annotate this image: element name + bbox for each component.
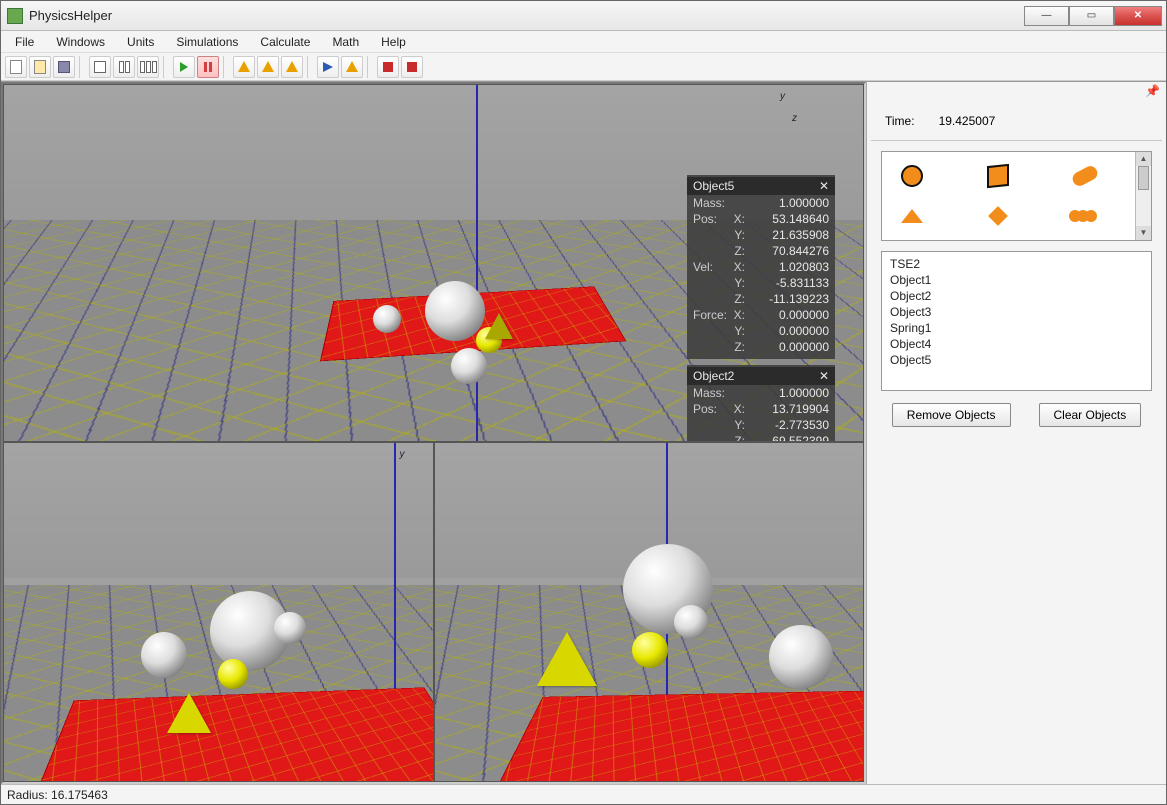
close-button[interactable]: ✕ (1114, 6, 1162, 26)
menu-help[interactable]: Help (371, 33, 416, 51)
clear-objects-button[interactable]: Clear Objects (1039, 403, 1142, 427)
toolbar-separator (307, 56, 313, 78)
list-item[interactable]: Object3 (888, 304, 1145, 320)
palette-scrollbar[interactable]: ▲ ▼ (1135, 152, 1151, 240)
palette-diamond[interactable] (980, 202, 1016, 230)
menu-windows[interactable]: Windows (46, 33, 115, 51)
menu-simulations[interactable]: Simulations (166, 33, 248, 51)
play-button[interactable] (173, 56, 195, 78)
list-item[interactable]: Object5 (888, 352, 1145, 368)
object-list[interactable]: TSE2Object1Object2Object3Spring1Object4O… (881, 251, 1152, 391)
pause-button[interactable] (197, 56, 219, 78)
stop1-button[interactable] (377, 56, 399, 78)
viewport-bottom-left[interactable]: y (3, 442, 434, 782)
layout-single-button[interactable] (89, 56, 111, 78)
open-button[interactable] (29, 56, 51, 78)
app-icon (7, 8, 23, 24)
titlebar: PhysicsHelper — ▭ ✕ (1, 1, 1166, 31)
palette-multi[interactable] (1067, 202, 1103, 230)
warning4-button[interactable] (341, 56, 363, 78)
time-value: 19.425007 (939, 114, 996, 128)
menu-units[interactable]: Units (117, 33, 164, 51)
palette-sphere[interactable] (894, 162, 930, 190)
toolbar-separator (79, 56, 85, 78)
overlay-title: Object2 (693, 369, 734, 383)
overlay-title: Object5 (693, 179, 734, 193)
toolbar (1, 53, 1166, 81)
menu-calculate[interactable]: Calculate (250, 33, 320, 51)
axis-z-label: z (792, 113, 797, 124)
layout-split-button[interactable] (113, 56, 135, 78)
palette-cone[interactable] (894, 202, 930, 230)
save-button[interactable] (53, 56, 75, 78)
toolbar-separator (223, 56, 229, 78)
maximize-button[interactable]: ▭ (1069, 6, 1114, 26)
menu-math[interactable]: Math (322, 33, 369, 51)
warning3-button[interactable] (281, 56, 303, 78)
time-label: Time: (885, 114, 915, 128)
toolbar-separator (163, 56, 169, 78)
viewport-area: Physics Helper y z Object5✕ Mass:1.00000… (1, 82, 866, 784)
remove-objects-button[interactable]: Remove Objects (892, 403, 1011, 427)
overlay-close-icon[interactable]: ✕ (819, 369, 829, 383)
layout-quad-button[interactable] (137, 56, 159, 78)
menu-file[interactable]: File (5, 33, 44, 51)
list-item[interactable]: Object2 (888, 288, 1145, 304)
warning1-button[interactable] (233, 56, 255, 78)
list-item[interactable]: Object1 (888, 272, 1145, 288)
menubar: File Windows Units Simulations Calculate… (1, 31, 1166, 53)
step-button[interactable] (317, 56, 339, 78)
pin-icon[interactable]: 📌 (1145, 84, 1160, 98)
palette-cube[interactable] (980, 162, 1016, 190)
list-item[interactable]: TSE2 (888, 256, 1145, 272)
object2-overlay[interactable]: Object2✕ Mass:1.000000 Pos:X:13.719904Y:… (687, 365, 835, 442)
stop2-button[interactable] (401, 56, 423, 78)
side-panel: 📌 Time: 19.425007 ▲ ▼ TSE2Object1Object2… (866, 82, 1166, 784)
window-title: PhysicsHelper (29, 8, 1024, 23)
axis-y-label: y (780, 91, 785, 102)
axis-y-label: y (400, 449, 405, 460)
new-button[interactable] (5, 56, 27, 78)
minimize-button[interactable]: — (1024, 6, 1069, 26)
object-palette: ▲ ▼ (881, 151, 1152, 241)
status-radius-value: 16.175463 (51, 788, 108, 802)
list-item[interactable]: Object4 (888, 336, 1145, 352)
toolbar-separator (367, 56, 373, 78)
status-bar: Radius: 16.175463 (1, 784, 1166, 804)
palette-cylinder[interactable] (1067, 162, 1103, 190)
viewport-bottom-right[interactable] (434, 442, 865, 782)
viewport-top[interactable]: y z Object5✕ Mass:1.000000 Pos:X:53.1486… (3, 84, 864, 442)
warning2-button[interactable] (257, 56, 279, 78)
object5-overlay[interactable]: Object5✕ Mass:1.000000 Pos:X:53.148640Y:… (687, 175, 835, 359)
overlay-close-icon[interactable]: ✕ (819, 179, 829, 193)
list-item[interactable]: Spring1 (888, 320, 1145, 336)
status-radius-label: Radius: (7, 788, 48, 802)
